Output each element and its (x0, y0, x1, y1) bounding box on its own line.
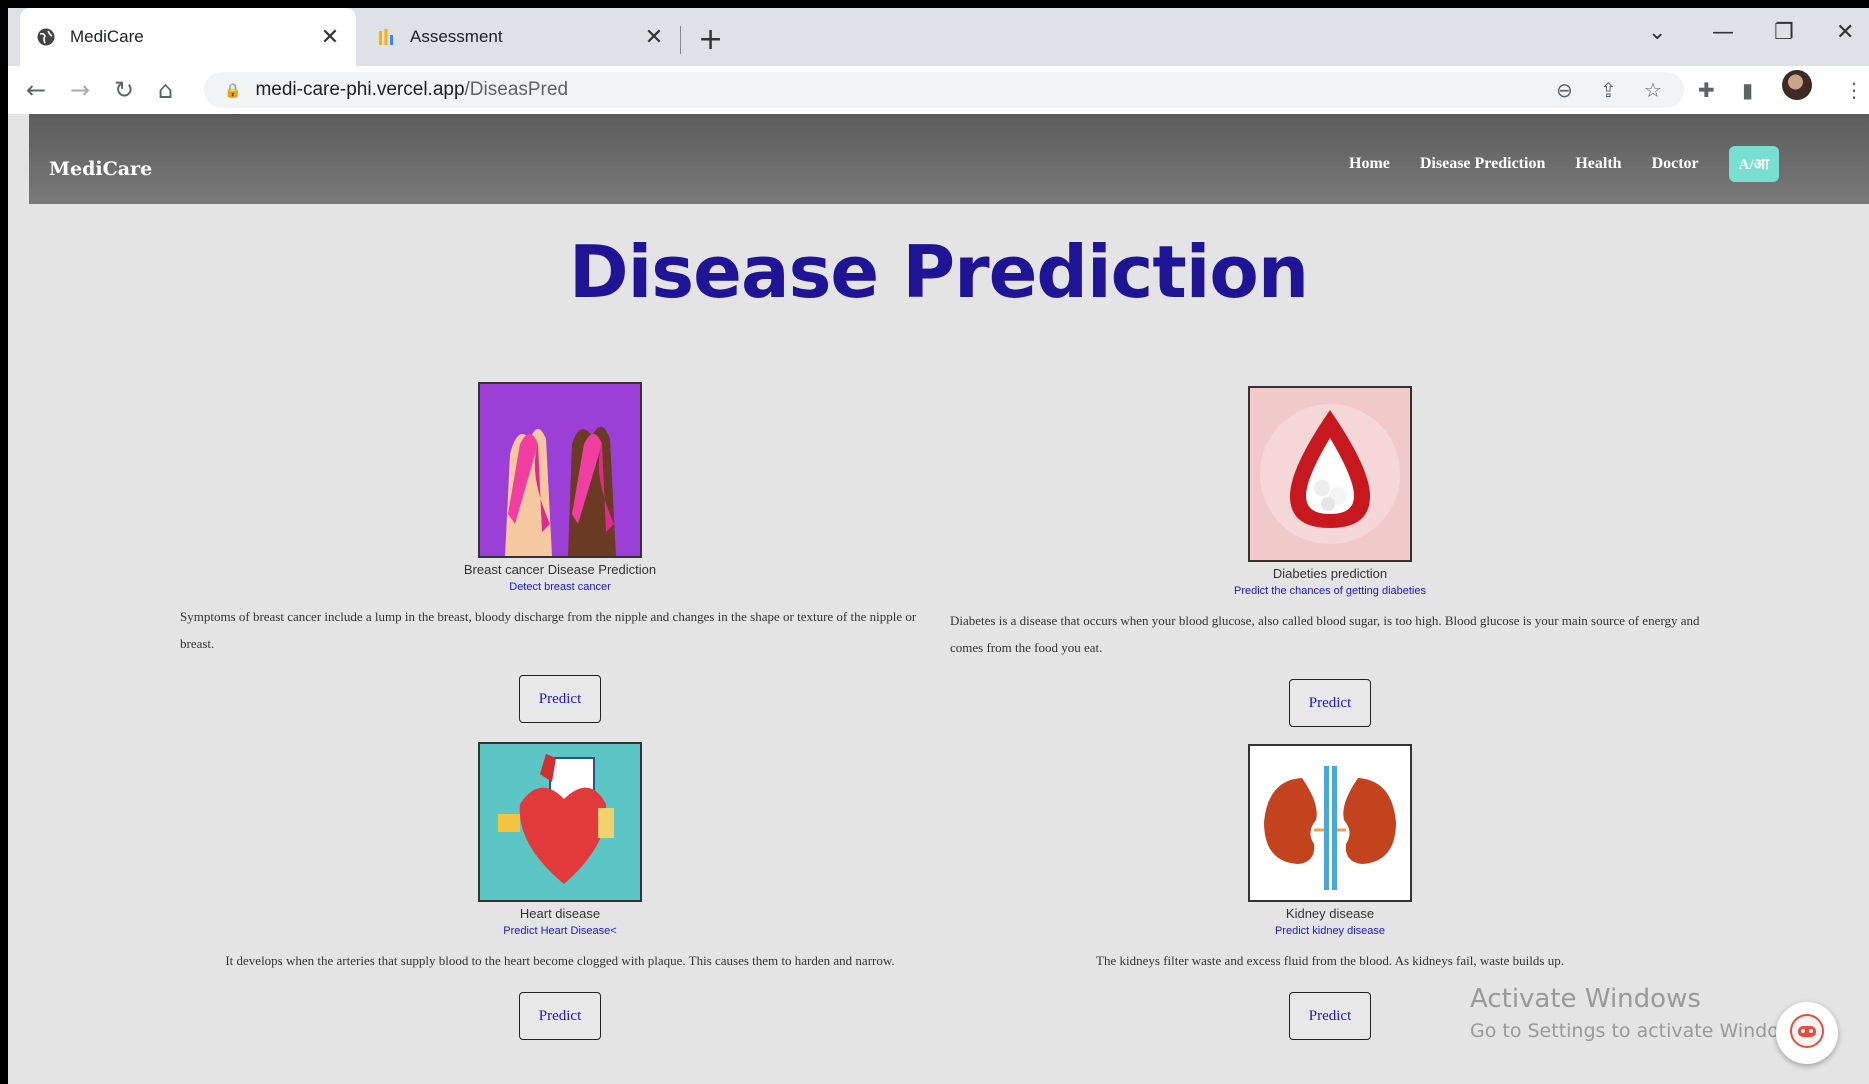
address-input[interactable]: 🔒 medi-care-phi.vercel.app/DiseasPred (204, 72, 1684, 108)
predict-button[interactable]: Predict (1289, 992, 1371, 1040)
card-title: Diabeties prediction (1272, 566, 1388, 581)
card-heart: Heart disease Predict Heart Disease< It … (180, 742, 940, 1040)
close-tab-icon[interactable]: ✕ (320, 24, 340, 50)
tabstrip-bar: MediCare ✕ Assessment ✕ + ⌄ — ❐ ✕ (8, 8, 1869, 66)
side-panel-icon[interactable]: ▮ (1742, 78, 1753, 102)
tab-separator (680, 26, 681, 54)
card-subtitle[interactable]: Predict the chances of getting diabeties (950, 585, 1710, 597)
url-host: medi-care-phi.vercel.app (255, 79, 465, 100)
zoom-icon[interactable]: ⊖ (1556, 78, 1573, 102)
home-icon[interactable]: ⌂ (158, 76, 173, 104)
card-subtitle[interactable]: Predict Heart Disease< (180, 925, 940, 937)
heart-illustration-icon (478, 742, 642, 902)
forward-icon[interactable]: → (70, 76, 90, 104)
share-icon[interactable]: ⇪ (1600, 78, 1617, 102)
predict-button[interactable]: Predict (519, 675, 601, 723)
predict-button[interactable]: Predict (1289, 679, 1371, 727)
windows-activation-watermark: Activate Windows Go to Settings to activ… (1470, 984, 1810, 1042)
bookmark-star-icon[interactable]: ☆ (1644, 78, 1662, 102)
bar-chart-icon (376, 27, 396, 47)
back-icon[interactable]: ← (26, 76, 46, 104)
page-title: Disease Prediction (568, 230, 1309, 314)
card-title: Breast cancer Disease Prediction (463, 562, 657, 577)
card-title: Heart disease (519, 906, 601, 921)
blood-sugar-drop-icon (1248, 386, 1412, 562)
chatbot-icon (1789, 1013, 1825, 1053)
nav-health[interactable]: Health (1575, 155, 1621, 173)
watermark-line1: Activate Windows (1470, 984, 1701, 1014)
extensions-icon[interactable]: ✚ (1698, 78, 1715, 102)
site-navbar: MediCare Home Disease Prediction Health … (29, 114, 1869, 204)
nav-doctor[interactable]: Doctor (1652, 155, 1699, 173)
nav-home[interactable]: Home (1349, 155, 1390, 173)
close-tab-icon[interactable]: ✕ (644, 24, 664, 50)
browser-toolbar: ← → ↻ ⌂ 🔒 medi-care-phi.vercel.app/Disea… (8, 66, 1869, 114)
profile-avatar[interactable] (1782, 70, 1812, 100)
card-description: The kidneys filter waste and excess flui… (1096, 953, 1564, 968)
card-title: Kidney disease (1285, 906, 1375, 921)
tab-title: MediCare (70, 27, 144, 46)
browser-tabstrip: MediCare ✕ Assessment ✕ + ⌄ — ❐ ✕ (0, 0, 1869, 66)
page-viewport: MediCare Home Disease Prediction Health … (8, 114, 1869, 1084)
watermark-line2: Go to Settings to activate Windows. (1470, 1020, 1811, 1042)
menu-kebab-icon[interactable]: ⋮ (1844, 78, 1864, 102)
restore-icon[interactable]: ❐ (1774, 20, 1794, 45)
close-window-icon[interactable]: ✕ (1836, 20, 1854, 45)
reload-icon[interactable]: ↻ (114, 76, 134, 104)
card-description: Diabetes is a disease that occurs when y… (950, 613, 1700, 655)
tab-assessment[interactable]: Assessment ✕ (360, 8, 680, 66)
card-breast-cancer: Breast cancer Disease Prediction Detect … (180, 382, 940, 723)
tab-search-icon[interactable]: ⌄ (1648, 20, 1666, 45)
lock-icon: 🔒 (224, 81, 242, 98)
minimize-icon[interactable]: — (1712, 20, 1734, 45)
card-subtitle[interactable]: Predict kidney disease (950, 925, 1710, 937)
kidneys-icon (1248, 744, 1412, 902)
tab-medicare[interactable]: MediCare ✕ (20, 8, 356, 66)
card-description: It develops when the arteries that suppl… (225, 953, 895, 968)
pink-ribbon-hands-icon (478, 382, 642, 558)
card-diabetes: Diabeties prediction Predict the chances… (950, 386, 1710, 727)
chatbot-button[interactable] (1776, 1002, 1838, 1064)
card-description: Symptoms of breast cancer include a lump… (180, 609, 917, 651)
nav-disease-prediction[interactable]: Disease Prediction (1420, 155, 1545, 173)
predict-button[interactable]: Predict (519, 992, 601, 1040)
brand-logo[interactable]: MediCare (49, 158, 152, 180)
globe-icon (36, 27, 56, 47)
new-tab-icon[interactable]: + (698, 22, 723, 57)
card-subtitle[interactable]: Detect breast cancer (180, 581, 940, 593)
nav-links: Home Disease Prediction Health Doctor A/… (1349, 146, 1779, 182)
tab-title: Assessment (410, 27, 503, 46)
language-toggle-button[interactable]: A/आ (1728, 146, 1779, 182)
url-path: /DiseasPred (464, 79, 569, 100)
